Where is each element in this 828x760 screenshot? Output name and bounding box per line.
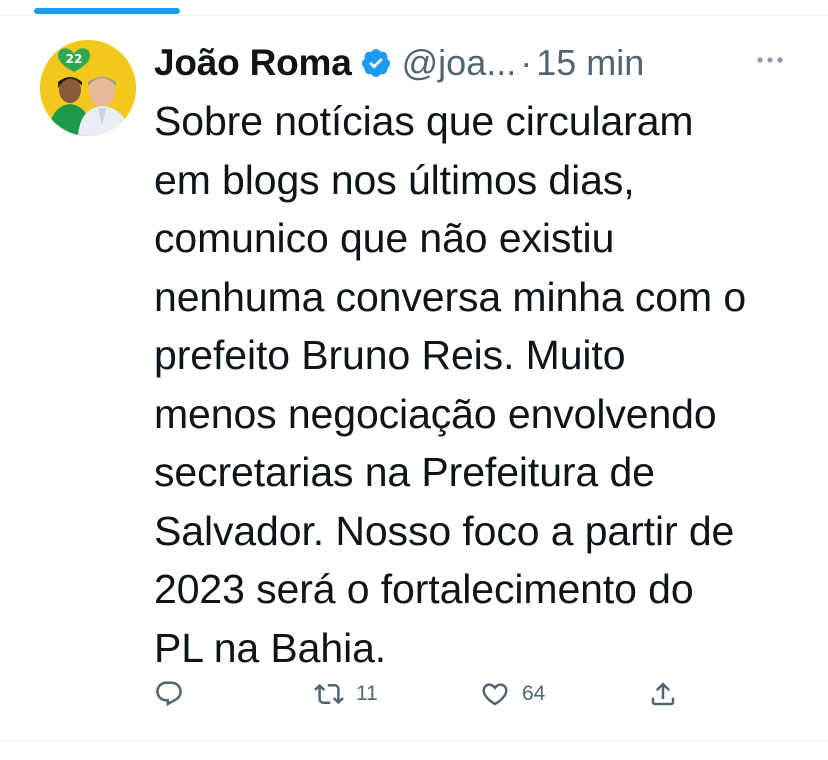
author-name[interactable]: João Roma [154,42,352,84]
avatar[interactable]: 22 [40,40,136,136]
more-options-icon[interactable] [752,50,788,70]
like-count: 64 [522,682,546,705]
bottom-divider [0,740,828,741]
avatar-image: 22 [40,40,136,136]
reply-button[interactable] [154,672,196,716]
reply-icon [156,681,182,707]
header-separator: · [520,42,533,83]
author-handle[interactable]: @joa... [402,42,517,84]
retweet-count: 11 [356,682,378,705]
retweet-icon [314,683,344,705]
tweet-actions: 11 64 [154,672,714,716]
share-icon [651,682,675,706]
top-divider [0,15,828,16]
tweet-text: Sobre notícias que circularam em blogs n… [154,98,747,671]
tweet-header: João Roma @joa... · 15 min [154,38,804,88]
like-button[interactable]: 64 [480,672,545,716]
avatar-badge: 22 [66,52,83,66]
tweet-timestamp[interactable]: 15 min [536,42,644,84]
share-button[interactable] [648,672,690,716]
verified-badge-icon [360,47,392,79]
heart-icon [482,683,508,706]
active-tab-indicator [34,8,180,14]
retweet-button[interactable]: 11 [314,672,378,716]
